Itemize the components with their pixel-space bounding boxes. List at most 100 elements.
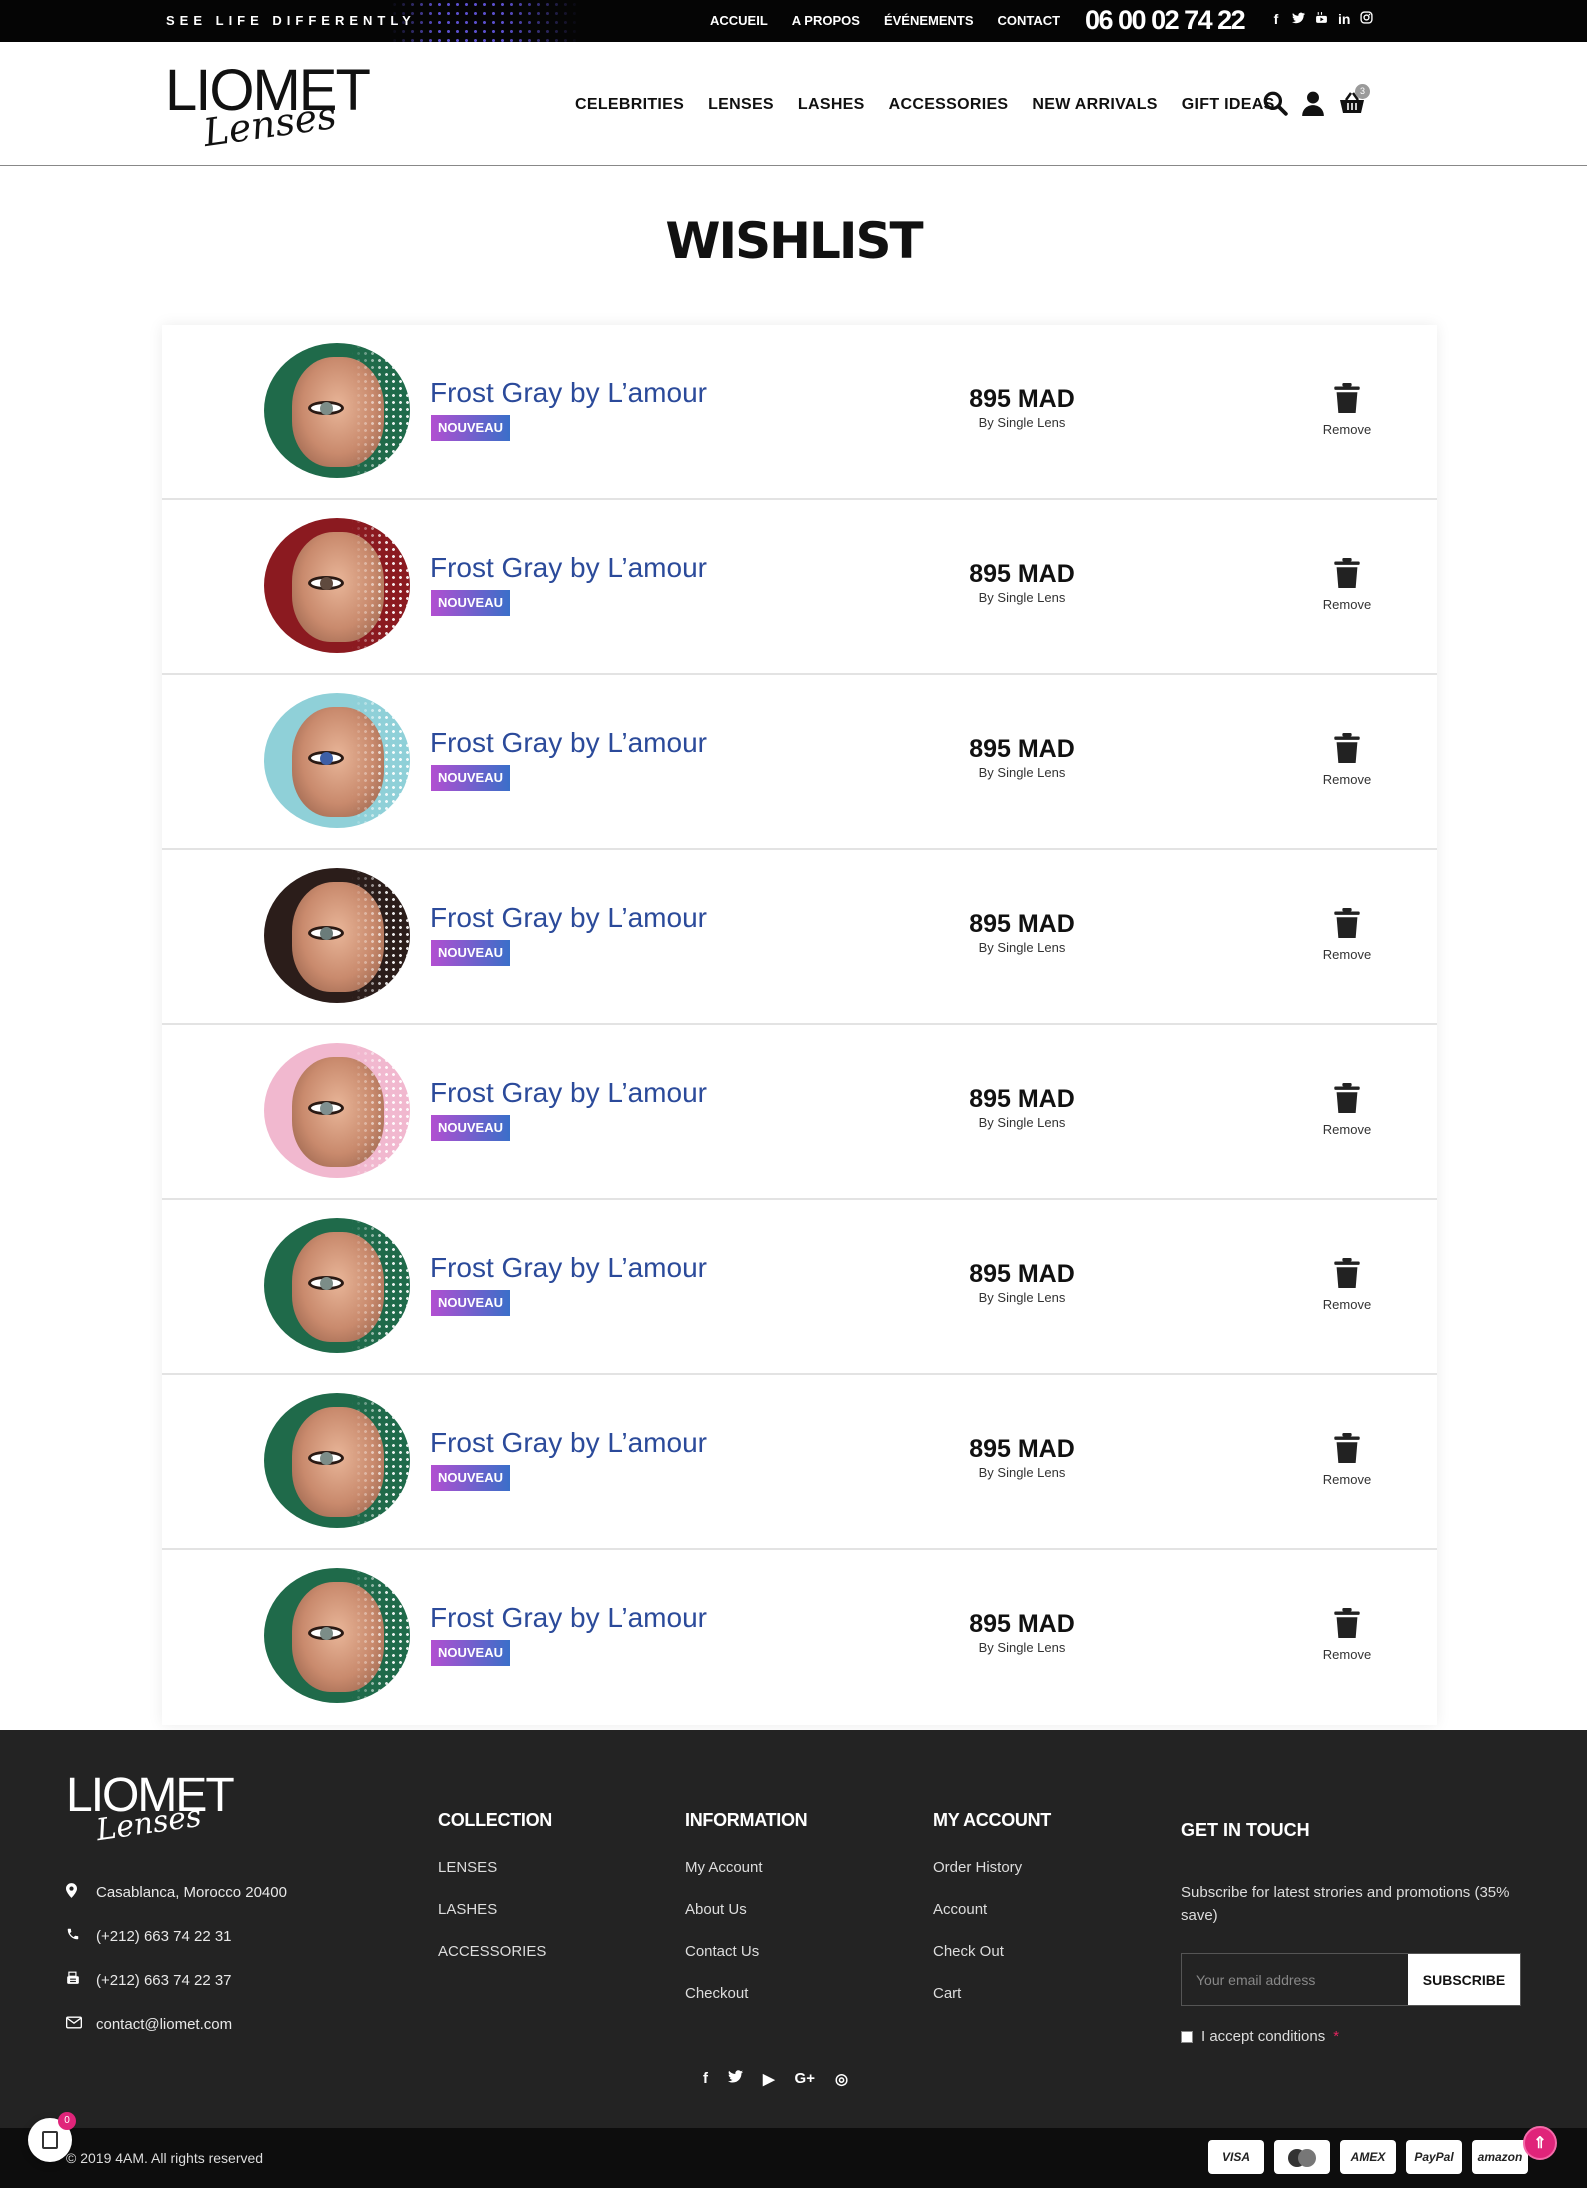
remove-button[interactable]: Remove bbox=[1307, 1608, 1387, 1662]
remove-label: Remove bbox=[1322, 1122, 1372, 1137]
product-name[interactable]: Frost Gray by L’amour bbox=[430, 1077, 707, 1109]
instagram-icon[interactable]: ◎ bbox=[835, 2070, 848, 2088]
product-image[interactable] bbox=[264, 868, 410, 1003]
footer-link-lenses[interactable]: LENSES bbox=[438, 1859, 552, 1901]
footer-link-lashes[interactable]: LASHES bbox=[438, 1901, 552, 1943]
google-plus-icon[interactable]: G+ bbox=[795, 2070, 815, 2088]
nav-celebrities[interactable]: CELEBRITIES bbox=[575, 96, 684, 114]
wishlist-list: Frost Gray by L’amour NOUVEAU 895 MAD By… bbox=[162, 325, 1437, 1725]
subscribe-button[interactable]: SUBSCRIBE bbox=[1408, 1954, 1520, 2005]
new-badge: NOUVEAU bbox=[431, 1465, 511, 1491]
top-nav-contact[interactable]: CONTACT bbox=[998, 13, 1061, 28]
product-name[interactable]: Frost Gray by L’amour bbox=[430, 902, 707, 934]
nav-lenses[interactable]: LENSES bbox=[708, 96, 774, 114]
footer-socials: f ▶ G+ ◎ bbox=[703, 2070, 848, 2088]
top-nav-evenements[interactable]: ÉVÉNEMENTS bbox=[884, 13, 974, 28]
required-mark: * bbox=[1333, 2028, 1340, 2045]
contact-email[interactable]: contact@liomet.com bbox=[66, 2002, 287, 2046]
facebook-icon[interactable]: f bbox=[703, 2070, 708, 2088]
youtube-icon[interactable] bbox=[1315, 11, 1328, 27]
payment-methods: VISA AMEX PayPal amazon bbox=[1208, 2140, 1528, 2174]
product-image[interactable] bbox=[264, 343, 410, 478]
footer-link-account[interactable]: Account bbox=[933, 1901, 1051, 1943]
address-text: Casablanca, Morocco 20400 bbox=[96, 1883, 287, 1901]
remove-button[interactable]: Remove bbox=[1307, 733, 1387, 787]
email-input[interactable] bbox=[1182, 1954, 1408, 2005]
twitter-icon[interactable] bbox=[1292, 11, 1305, 27]
remove-button[interactable]: Remove bbox=[1307, 558, 1387, 612]
remove-button[interactable]: Remove bbox=[1307, 383, 1387, 437]
remove-button[interactable]: Remove bbox=[1307, 908, 1387, 962]
floating-cart-count: 0 bbox=[58, 2112, 76, 2130]
footer-link-my-account[interactable]: My Account bbox=[685, 1859, 807, 1901]
main-nav: CELEBRITIES LENSES LASHES ACCESSORIES NE… bbox=[575, 96, 1275, 114]
product-price: 895 MAD bbox=[969, 1260, 1075, 1288]
dotted-pattern bbox=[264, 693, 410, 828]
contact-fax: (+212) 663 74 22 37 bbox=[66, 1958, 287, 2002]
remove-button[interactable]: Remove bbox=[1307, 1083, 1387, 1137]
twitter-icon[interactable] bbox=[728, 2070, 743, 2088]
price-unit: By Single Lens bbox=[978, 940, 1066, 955]
facebook-icon[interactable]: f bbox=[1270, 11, 1282, 27]
cart-count-badge: 3 bbox=[1355, 84, 1370, 99]
footer-logo[interactable]: LIOMET Lenses bbox=[66, 1772, 235, 1849]
logo[interactable]: LIOMET Lenses bbox=[165, 62, 375, 156]
footer-link-accessories[interactable]: ACCESSORIES bbox=[438, 1943, 552, 1985]
trash-icon bbox=[1333, 383, 1361, 417]
trash-icon bbox=[1333, 1083, 1361, 1117]
product-image[interactable] bbox=[264, 693, 410, 828]
nav-new-arrivals[interactable]: NEW ARRIVALS bbox=[1032, 96, 1157, 114]
product-image[interactable] bbox=[264, 518, 410, 653]
dotted-pattern bbox=[264, 1218, 410, 1353]
product-name[interactable]: Frost Gray by L’amour bbox=[430, 727, 707, 759]
new-badge: NOUVEAU bbox=[431, 1290, 511, 1316]
accept-label: I accept conditions bbox=[1201, 2028, 1326, 2045]
footer-link-check-out[interactable]: Check Out bbox=[933, 1943, 1051, 1985]
footer-link-checkout[interactable]: Checkout bbox=[685, 1985, 807, 2027]
subscribe-text: Subscribe for latest strories and promot… bbox=[1181, 1884, 1510, 1924]
accept-checkbox[interactable] bbox=[1181, 2030, 1193, 2043]
footer-col-title: INFORMATION bbox=[685, 1810, 808, 1830]
remove-button[interactable]: Remove bbox=[1307, 1433, 1387, 1487]
wishlist-item: Frost Gray by L’amour NOUVEAU 895 MAD By… bbox=[162, 850, 1437, 1025]
top-nav-accueil[interactable]: ACCUEIL bbox=[710, 13, 768, 28]
footer: LIOMET Lenses Casablanca, Morocco 20400 … bbox=[0, 1730, 1587, 2128]
nav-gift-ideas[interactable]: GIFT IDEAS bbox=[1182, 96, 1275, 114]
product-name[interactable]: Frost Gray by L’amour bbox=[430, 552, 707, 584]
product-name[interactable]: Frost Gray by L’amour bbox=[430, 1427, 707, 1459]
product-image[interactable] bbox=[264, 1043, 410, 1178]
product-price: 895 MAD bbox=[969, 560, 1075, 588]
remove-label: Remove bbox=[1322, 597, 1372, 612]
product-image[interactable] bbox=[264, 1393, 410, 1528]
back-to-top-button[interactable]: ⇑ bbox=[1523, 2126, 1557, 2160]
footer-link-order-history[interactable]: Order History bbox=[933, 1859, 1051, 1901]
product-name[interactable]: Frost Gray by L’amour bbox=[430, 1252, 707, 1284]
footer-link-about-us[interactable]: About Us bbox=[685, 1901, 807, 1943]
footer-link-contact-us[interactable]: Contact Us bbox=[685, 1943, 807, 1985]
search-icon[interactable] bbox=[1262, 90, 1288, 116]
instagram-icon[interactable] bbox=[1360, 11, 1374, 27]
user-icon[interactable] bbox=[1300, 90, 1326, 116]
product-name[interactable]: Frost Gray by L’amour bbox=[430, 377, 707, 409]
nav-lashes[interactable]: LASHES bbox=[798, 96, 865, 114]
fax-text: (+212) 663 74 22 37 bbox=[96, 1971, 232, 1989]
youtube-icon[interactable]: ▶ bbox=[763, 2070, 775, 2088]
visa-icon: VISA bbox=[1208, 2140, 1264, 2174]
linkedin-icon[interactable]: in bbox=[1338, 11, 1350, 27]
product-price: 895 MAD bbox=[969, 1085, 1075, 1113]
product-price: 895 MAD bbox=[969, 1435, 1075, 1463]
product-image[interactable] bbox=[264, 1568, 410, 1703]
wishlist-item: Frost Gray by L’amour NOUVEAU 895 MAD By… bbox=[162, 325, 1437, 500]
top-nav-a-propos[interactable]: A PROPOS bbox=[792, 13, 860, 28]
nav-accessories[interactable]: ACCESSORIES bbox=[889, 96, 1009, 114]
basket-icon[interactable]: 3 bbox=[1338, 84, 1370, 116]
product-name[interactable]: Frost Gray by L’amour bbox=[430, 1602, 707, 1634]
product-image[interactable] bbox=[264, 1218, 410, 1353]
dotted-pattern bbox=[264, 1568, 410, 1703]
phone-icon bbox=[66, 1927, 96, 1945]
tagline: SEE LIFE DIFFERENTLY bbox=[166, 13, 416, 28]
footer-col-title: MY ACCOUNT bbox=[933, 1810, 1051, 1830]
main-header: LIOMET Lenses CELEBRITIES LENSES LASHES … bbox=[0, 42, 1587, 166]
remove-button[interactable]: Remove bbox=[1307, 1258, 1387, 1312]
footer-link-cart[interactable]: Cart bbox=[933, 1985, 1051, 2027]
